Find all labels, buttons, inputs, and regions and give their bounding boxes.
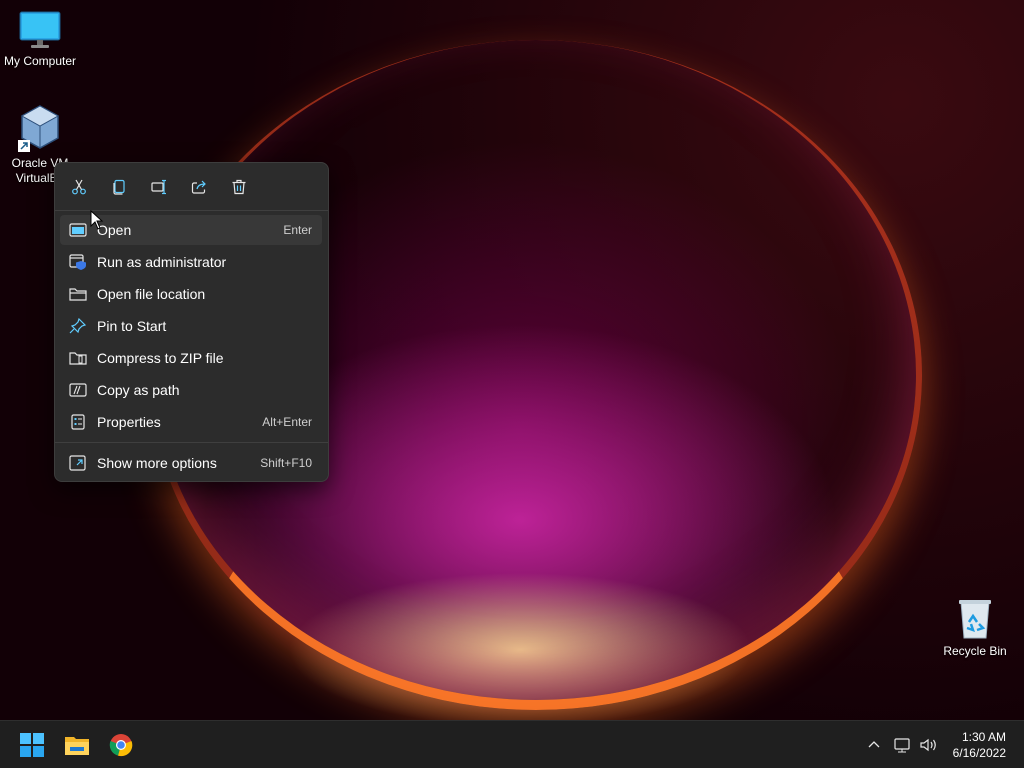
menu-item-properties[interactable]: Properties Alt+Enter xyxy=(60,407,322,437)
menu-item-label: Run as administrator xyxy=(97,254,227,270)
virtualbox-icon xyxy=(18,105,60,152)
path-icon xyxy=(69,383,87,397)
menu-item-label: Compress to ZIP file xyxy=(97,350,224,366)
rename-button[interactable] xyxy=(146,175,172,199)
menu-item-shortcut: Alt+Enter xyxy=(262,415,312,429)
menu-item-shortcut: Enter xyxy=(283,223,312,237)
chrome-icon xyxy=(109,734,133,757)
shield-window-icon xyxy=(69,254,86,270)
menu-item-label: Show more options xyxy=(97,455,217,471)
chrome-button[interactable] xyxy=(105,729,137,761)
monitor-icon xyxy=(19,11,61,48)
chevron-up-icon[interactable] xyxy=(866,737,882,753)
desktop-icon-my-computer[interactable]: My Computer xyxy=(0,10,80,69)
folder-icon xyxy=(69,288,87,301)
taskbar: 1:30 AM 6/16/2022 xyxy=(0,720,1024,768)
cut-button[interactable] xyxy=(66,175,92,199)
clock-time: 1:30 AM xyxy=(961,730,1006,744)
menu-item-label: Open file location xyxy=(97,286,206,302)
more-options-icon xyxy=(69,455,86,471)
desktop-icon-recycle-bin[interactable]: Recycle Bin xyxy=(935,598,1015,659)
menu-item-label: Copy as path xyxy=(97,382,180,398)
menu-divider xyxy=(55,442,328,443)
pin-icon xyxy=(69,318,87,334)
start-button[interactable] xyxy=(16,729,48,761)
mouse-cursor-icon xyxy=(90,210,104,230)
properties-icon xyxy=(71,414,85,430)
share-button[interactable] xyxy=(186,175,212,199)
open-icon xyxy=(69,223,87,237)
clock-date: 6/16/2022 xyxy=(952,746,1006,760)
menu-item-shortcut: Shift+F10 xyxy=(260,456,312,470)
copy-icon xyxy=(113,179,125,195)
volume-icon[interactable] xyxy=(920,737,938,753)
network-icon[interactable] xyxy=(894,737,912,753)
menu-item-copy-as-path[interactable]: Copy as path xyxy=(60,375,322,405)
context-menu-toolbar xyxy=(55,163,328,210)
cut-icon xyxy=(72,179,86,195)
zip-folder-icon xyxy=(69,352,87,365)
copy-button[interactable] xyxy=(106,175,132,199)
delete-icon xyxy=(232,179,246,195)
menu-item-open-file-location[interactable]: Open file location xyxy=(60,279,322,309)
clock[interactable]: 1:30 AM 6/16/2022 xyxy=(953,729,1006,761)
menu-item-run-as-administrator[interactable]: Run as administrator xyxy=(60,247,322,277)
menu-item-pin-to-start[interactable]: Pin to Start xyxy=(60,311,322,341)
system-tray xyxy=(866,721,938,768)
recycle-bin-icon xyxy=(959,600,991,639)
share-icon xyxy=(191,180,206,194)
start-icon xyxy=(20,733,44,757)
menu-item-label: Properties xyxy=(97,414,161,430)
desktop-icon-label: Recycle Bin xyxy=(943,644,1007,658)
menu-item-compress-to-zip[interactable]: Compress to ZIP file xyxy=(60,343,322,373)
file-explorer-button[interactable] xyxy=(61,729,93,761)
file-explorer-icon xyxy=(65,737,89,755)
menu-item-label: Pin to Start xyxy=(97,318,167,334)
delete-button[interactable] xyxy=(226,175,252,199)
menu-item-show-more-options[interactable]: Show more options Shift+F10 xyxy=(60,448,322,478)
rename-icon xyxy=(151,179,166,195)
desktop-icon-label: My Computer xyxy=(3,54,77,68)
